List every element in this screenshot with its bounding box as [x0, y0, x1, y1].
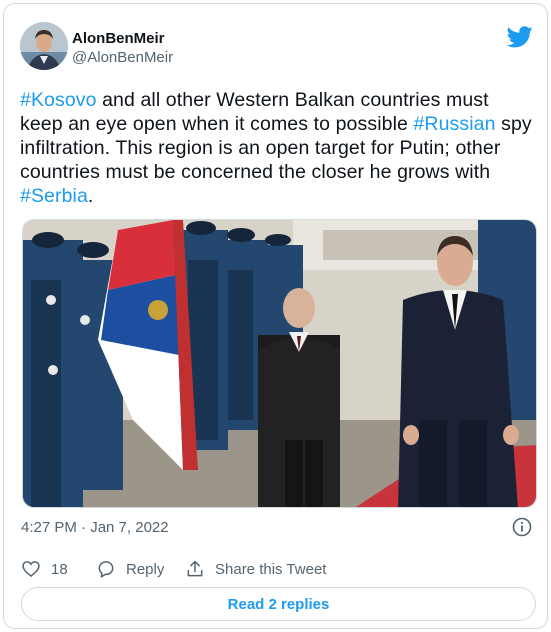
reply-label: Reply [126, 560, 165, 578]
share-arrow-icon [187, 560, 203, 577]
tweet-header: AlonBenMeir @AlonBenMeir [20, 20, 533, 72]
tweet-text: #Kosovo and all other Western Balkan cou… [20, 88, 535, 208]
tweet-timestamp[interactable]: 4:27 PM · Jan 7, 2022 [21, 518, 169, 538]
hashtag-russian[interactable]: #Russian [413, 113, 495, 135]
reply-button[interactable]: Reply [96, 558, 164, 580]
like-button[interactable]: 18 [21, 558, 68, 580]
share-button[interactable]: Share this Tweet [185, 558, 326, 580]
heart-icon [22, 561, 40, 578]
tweet-photo[interactable] [22, 219, 537, 508]
avatar[interactable] [20, 22, 68, 70]
tweet-actions: 18 Reply Share this Tweet [21, 558, 521, 580]
read-replies-button[interactable]: Read 2 replies [21, 587, 536, 621]
tweet-card[interactable]: AlonBenMeir @AlonBenMeir #Kosovo and all… [3, 3, 548, 629]
tweet-text-part: . [87, 185, 94, 207]
hashtag-serbia[interactable]: #Serbia [20, 185, 88, 207]
display-name[interactable]: AlonBenMeir [72, 30, 173, 48]
like-count: 18 [51, 560, 68, 578]
twitter-bird-icon[interactable] [506, 26, 533, 48]
share-label: Share this Tweet [215, 560, 327, 578]
info-icon[interactable] [511, 516, 533, 538]
reply-bubble-icon [98, 561, 114, 578]
hashtag-kosovo[interactable]: #Kosovo [20, 89, 97, 111]
user-handle[interactable]: @AlonBenMeir [72, 48, 173, 68]
